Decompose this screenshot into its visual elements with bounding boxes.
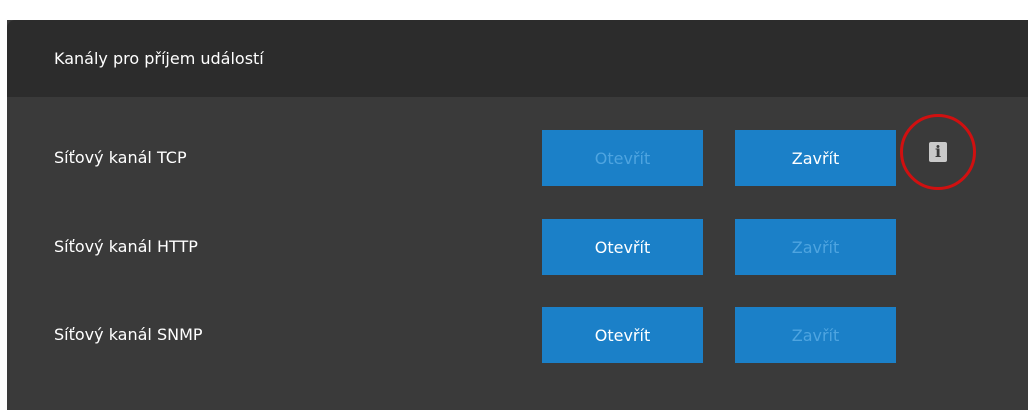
event-channels-panel: Kanály pro příjem událostí Síťový kanál … [7, 20, 1028, 410]
channel-label-http: Síťový kanál HTTP [54, 237, 198, 256]
channel-label-tcp: Síťový kanál TCP [54, 148, 187, 167]
panel-header: Kanály pro příjem událostí [7, 20, 1028, 97]
info-highlight-circle: i [900, 114, 976, 190]
channel-label-snmp: Síťový kanál SNMP [54, 325, 203, 344]
channel-row-tcp: Síťový kanál TCP Otevřít Zavřít i [7, 114, 1028, 190]
tcp-close-button[interactable]: Zavřít [735, 130, 896, 186]
info-icon[interactable]: i [929, 142, 947, 162]
snmp-open-button[interactable]: Otevřít [542, 307, 703, 363]
channel-row-http: Síťový kanál HTTP Otevřít Zavřít [7, 219, 1028, 275]
panel-title: Kanály pro příjem událostí [54, 49, 264, 68]
http-close-button[interactable]: Zavřít [735, 219, 896, 275]
tcp-open-button[interactable]: Otevřít [542, 130, 703, 186]
http-open-button[interactable]: Otevřít [542, 219, 703, 275]
channel-row-snmp: Síťový kanál SNMP Otevřít Zavřít [7, 307, 1028, 363]
snmp-close-button[interactable]: Zavřít [735, 307, 896, 363]
